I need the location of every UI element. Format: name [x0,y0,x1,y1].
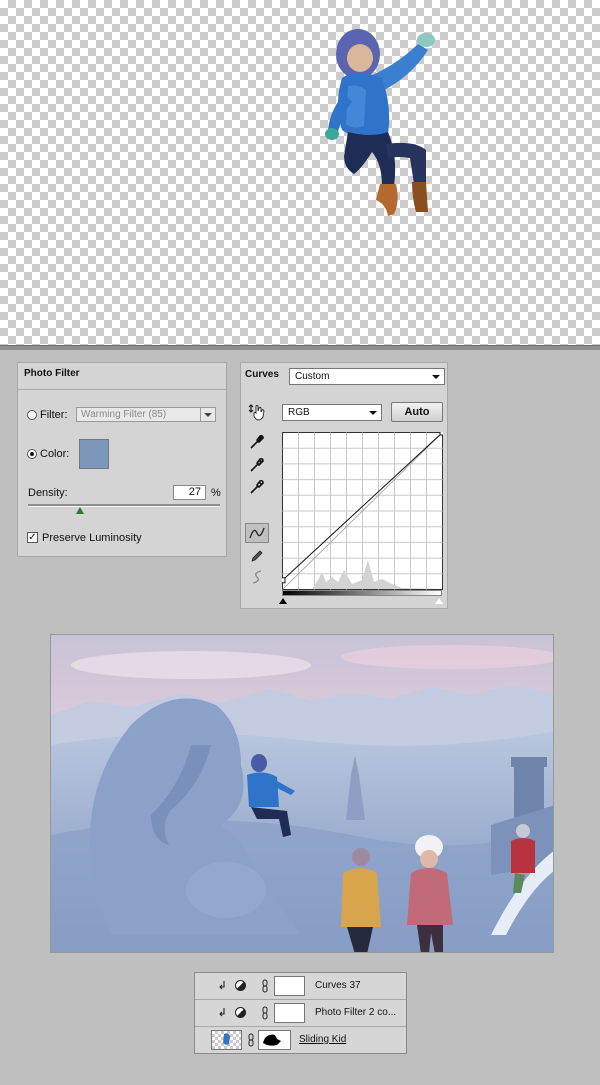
layer-name[interactable]: Curves 37 [315,980,361,991]
chevron-down-icon [200,408,215,421]
kid-thumbnail-icon [223,1033,230,1045]
layer-pixel-thumbnail[interactable] [211,1030,242,1050]
transparent-canvas [0,0,600,345]
gray-point-eyedropper-icon[interactable] [245,455,269,475]
on-image-adjust-icon[interactable] [245,402,269,422]
curves-graph[interactable] [282,432,443,590]
panel-divider [18,389,226,390]
black-point-eyedropper-icon[interactable] [245,432,269,452]
curve-control-point[interactable] [282,577,286,584]
clipping-arrow-icon [219,1008,225,1017]
white-point-slider[interactable] [435,598,443,604]
layer-row-curves-37[interactable]: Curves 37 [195,973,406,1000]
layer-row-sliding-kid[interactable]: Sliding Kid [195,1027,406,1054]
black-point-slider[interactable] [279,598,287,604]
color-swatch[interactable] [79,439,109,469]
canvas-edge [0,345,600,350]
channel-value: RGB [288,407,310,418]
layer-mask-thumbnail[interactable] [274,976,305,996]
curves-preset-value: Custom [295,371,330,382]
density-slider-track[interactable] [28,504,220,507]
channel-dropdown[interactable]: RGB [282,404,382,421]
layer-mask-thumbnail[interactable] [274,1003,305,1023]
preserve-luminosity-checkbox[interactable]: ✓ [27,532,38,543]
photo-filter-title: Photo Filter [24,368,80,379]
layer-mask-thumbnail[interactable] [258,1030,291,1050]
photo-filter-panel: Photo Filter Filter: Warming Filter (85)… [17,362,227,557]
link-chain-icon[interactable] [262,1006,268,1020]
curve-edit-points-icon[interactable] [245,523,269,543]
jumping-kid-cutout [325,29,435,216]
density-slider-thumb[interactable] [75,507,84,514]
winter-scene-illustration [51,635,553,952]
smooth-curve-icon[interactable] [245,567,269,587]
curves-preset-dropdown[interactable]: Custom [289,368,445,385]
adjustment-layer-icon [235,1007,246,1018]
auto-button[interactable]: Auto [391,402,443,422]
filter-dropdown-value: Warming Filter (85) [81,409,167,420]
pencil-draw-icon[interactable] [245,546,269,566]
density-input[interactable]: 27 [173,485,206,500]
link-chain-icon[interactable] [248,1033,254,1047]
clipping-arrow-icon [219,981,225,990]
layer-name[interactable]: Photo Filter 2 co... [315,1007,396,1018]
kid-mask-icon [263,1034,281,1046]
curves-panel: Curves Custom RGB Auto [240,362,448,609]
layer-row-photo-filter-2[interactable]: Photo Filter 2 co... [195,1000,406,1027]
filter-dropdown[interactable]: Warming Filter (85) [76,407,216,422]
density-unit: % [211,487,221,499]
layer-name[interactable]: Sliding Kid [299,1034,346,1045]
layers-panel: Curves 37 Photo Filter 2 co... Sliding K… [194,972,407,1054]
link-chain-icon[interactable] [262,979,268,993]
chevron-down-icon [432,375,440,379]
input-gradient-bar [282,590,442,596]
composite-scene-image [50,634,554,953]
color-radio[interactable] [27,449,37,459]
chevron-down-icon [369,411,377,415]
color-label: Color: [40,448,70,460]
preserve-luminosity-label: Preserve Luminosity [42,532,142,544]
adjustment-layer-icon [235,980,246,991]
curve-control-point[interactable] [439,432,443,436]
white-point-eyedropper-icon[interactable] [245,477,269,497]
filter-label: Filter: [40,409,68,421]
curves-title: Curves [245,369,279,380]
filter-radio[interactable] [27,410,37,420]
density-label: Density: [28,487,68,499]
